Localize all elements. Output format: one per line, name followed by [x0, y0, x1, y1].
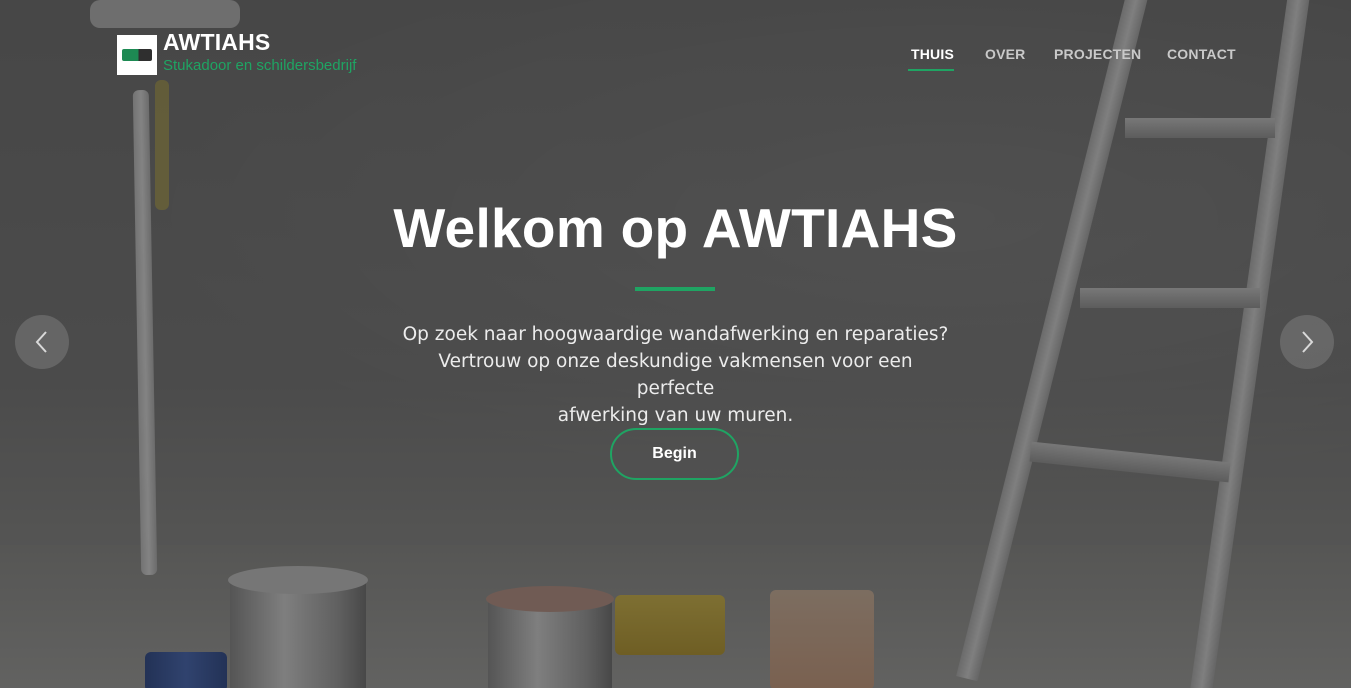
carousel-next-button[interactable] [1280, 315, 1334, 369]
nav-item-contact[interactable]: CONTACT [1167, 46, 1236, 62]
begin-button[interactable]: Begin [610, 428, 739, 480]
title-divider [635, 287, 715, 291]
hero-description-line: afwerking van uw muren. [557, 405, 794, 426]
nav-item-over[interactable]: OVER [985, 46, 1025, 62]
hero-description-line: Op zoek naar hoogwaardige wandafwerking … [402, 324, 949, 345]
nav-item-projecten[interactable]: PROJECTEN [1054, 46, 1141, 62]
hero-description-line: Vertrouw op onze deskundige vakmensen vo… [438, 351, 913, 399]
chevron-left-icon [35, 331, 47, 353]
main-nav: THUIS OVER PROJECTEN CONTACT [0, 46, 1351, 76]
hero-description: Op zoek naar hoogwaardige wandafwerking … [400, 321, 951, 429]
nav-item-thuis[interactable]: THUIS [911, 46, 954, 62]
hero-title: Welkom op AWTIAHS [393, 197, 958, 259]
carousel-prev-button[interactable] [15, 315, 69, 369]
chevron-right-icon [1302, 331, 1314, 353]
nav-active-underline [908, 69, 954, 71]
